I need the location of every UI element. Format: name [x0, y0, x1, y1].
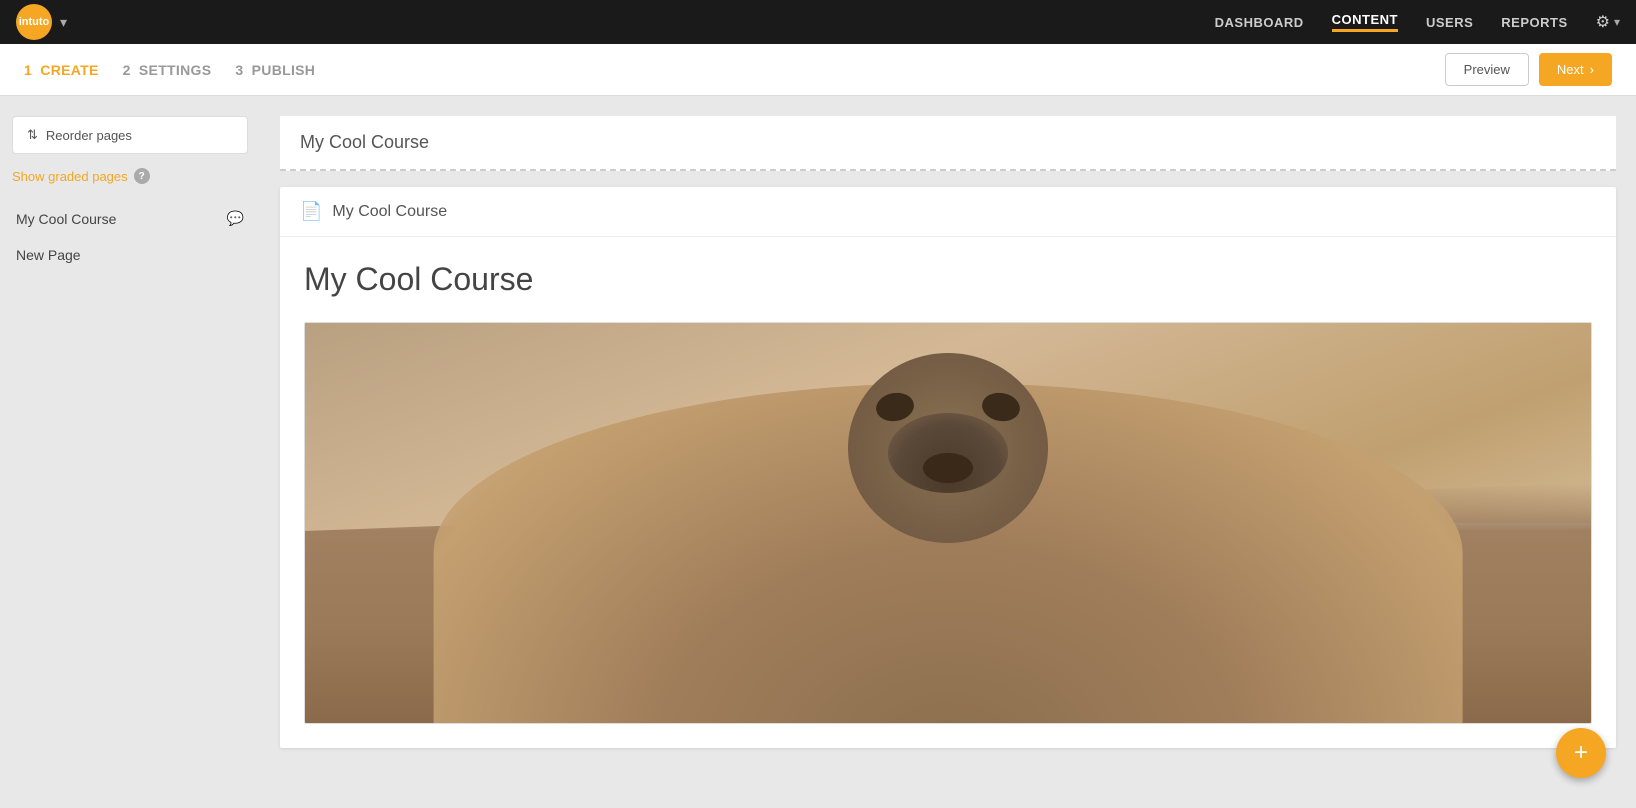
course-title-input[interactable] [280, 116, 1616, 171]
course-image [305, 323, 1591, 723]
reorder-pages-button[interactable]: ⇅ Reorder pages [12, 116, 248, 154]
step-publish[interactable]: 3 PUBLISH [235, 62, 315, 78]
comment-icon: 💬 [227, 210, 244, 227]
fab-button[interactable]: + [1556, 728, 1606, 778]
step-actions: Preview Next › [1445, 53, 1612, 86]
page-type-icon: 📄 [300, 201, 322, 222]
nav-right: DASHBOARD CONTENT USERS REPORTS ⚙▾ [1215, 12, 1620, 32]
page-list: My Cool Course 💬 New Page [12, 200, 248, 273]
list-item[interactable]: New Page [12, 237, 248, 273]
show-graded-section: Show graded pages ? [12, 168, 248, 184]
next-arrow-icon: › [1590, 62, 1594, 77]
sidebar: ⇅ Reorder pages Show graded pages ? My C… [0, 96, 260, 808]
nav-reports[interactable]: REPORTS [1501, 15, 1567, 30]
logo-dropdown-icon[interactable]: ▾ [60, 14, 67, 31]
nav-left: intuto ▾ [16, 4, 67, 40]
course-heading: My Cool Course [304, 261, 1592, 298]
page-card: 📄 My Cool Course My Cool Course [280, 187, 1616, 748]
nav-content[interactable]: CONTENT [1332, 12, 1398, 32]
step-create-label: CREATE [40, 62, 98, 78]
page-card-body: My Cool Course [280, 237, 1616, 748]
help-icon[interactable]: ? [134, 168, 150, 184]
course-image-container [304, 322, 1592, 724]
nav-dashboard[interactable]: DASHBOARD [1215, 15, 1304, 30]
reorder-label: Reorder pages [46, 128, 132, 143]
step-bar: 1 CREATE 2 SETTINGS 3 PUBLISH Preview Ne… [0, 44, 1636, 96]
page-card-title: My Cool Course [332, 203, 447, 221]
next-button[interactable]: Next › [1539, 53, 1612, 86]
show-graded-link[interactable]: Show graded pages [12, 169, 128, 184]
page-card-header: 📄 My Cool Course [280, 187, 1616, 237]
logo[interactable]: intuto [16, 4, 52, 40]
list-item[interactable]: My Cool Course 💬 [12, 200, 248, 237]
steps: 1 CREATE 2 SETTINGS 3 PUBLISH [24, 62, 315, 78]
step-settings[interactable]: 2 SETTINGS [123, 62, 212, 78]
preview-button[interactable]: Preview [1445, 53, 1529, 86]
step-publish-number: 3 [235, 62, 243, 78]
step-settings-label: SETTINGS [139, 62, 211, 78]
next-label: Next [1557, 62, 1584, 77]
main-layout: ⇅ Reorder pages Show graded pages ? My C… [0, 96, 1636, 808]
content-area: 📄 My Cool Course My Cool Course [260, 96, 1636, 808]
page-list-item-title: New Page [16, 247, 81, 263]
top-nav: intuto ▾ DASHBOARD CONTENT USERS REPORTS… [0, 0, 1636, 44]
page-list-item-title: My Cool Course [16, 211, 116, 227]
step-create[interactable]: 1 CREATE [24, 62, 99, 78]
step-publish-label: PUBLISH [252, 62, 316, 78]
settings-icon[interactable]: ⚙▾ [1596, 12, 1620, 32]
step-settings-number: 2 [123, 62, 131, 78]
nav-users[interactable]: USERS [1426, 15, 1473, 30]
reorder-icon: ⇅ [27, 127, 38, 143]
step-create-number: 1 [24, 62, 32, 78]
